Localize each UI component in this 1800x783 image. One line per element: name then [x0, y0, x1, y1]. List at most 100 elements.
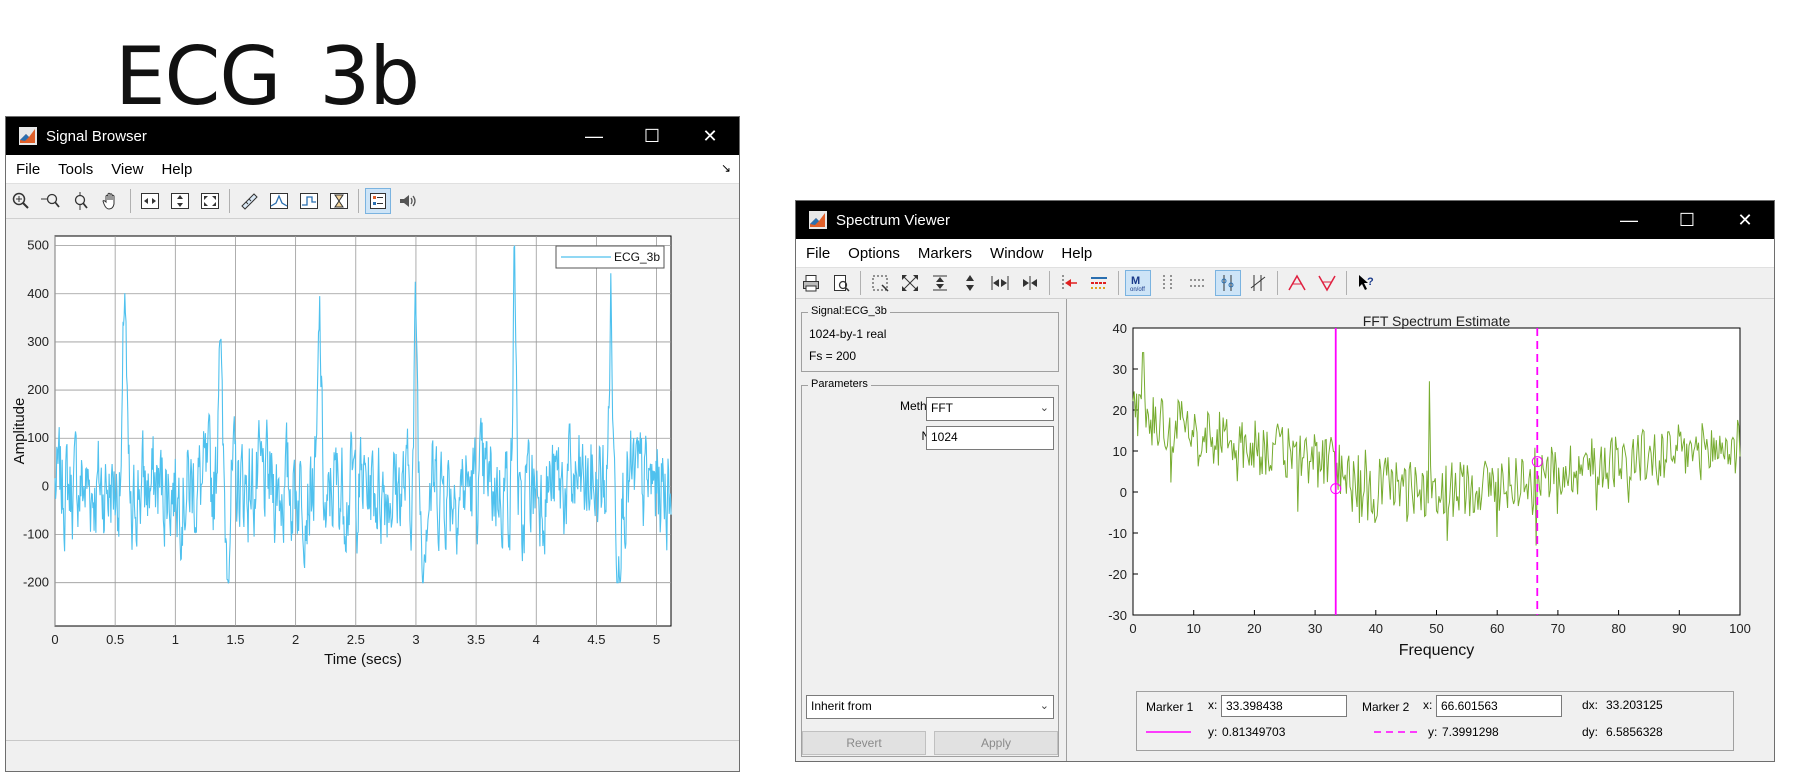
- chevron-down-icon: ⌄: [1039, 402, 1049, 414]
- marker-lines-icon[interactable]: [1086, 270, 1112, 296]
- x-tick-label: 0: [51, 632, 58, 647]
- y-axis-label: Amplitude: [11, 398, 28, 465]
- menu-help[interactable]: Help: [161, 161, 192, 178]
- toolbar-separator: [1277, 271, 1278, 295]
- fit-y-icon[interactable]: [167, 188, 193, 214]
- menu-view[interactable]: View: [111, 161, 143, 178]
- x-tick-label: 2.5: [347, 632, 365, 647]
- whats-this-icon[interactable]: ?: [1353, 270, 1379, 296]
- signal-browser-plot[interactable]: 0 0.5 1 1.5 2 2.5 3 3.5 4 4.5 5 500 400 300 200 100 0 -10…: [6, 219, 739, 721]
- zoom-in-icon[interactable]: [8, 188, 34, 214]
- menu-file[interactable]: File: [806, 245, 830, 262]
- step-icon[interactable]: [296, 188, 322, 214]
- y-tick-label: 0: [1120, 485, 1127, 500]
- y-tick-label: 40: [1113, 321, 1127, 336]
- toolbar-separator: [860, 271, 861, 295]
- spectrum-viewer-titlebar[interactable]: Spectrum Viewer — ☐ ✕: [796, 201, 1774, 239]
- marker2-y-value: 7.3991298: [1442, 725, 1499, 739]
- y-tick-label: -200: [23, 575, 49, 590]
- x-tick-label: 60: [1490, 621, 1504, 636]
- apply-button[interactable]: Apply: [934, 731, 1058, 755]
- pan-hand-icon[interactable]: [98, 188, 124, 214]
- track-markers-icon[interactable]: [1215, 270, 1241, 296]
- status-bar: [6, 740, 739, 771]
- dx-value: 33.203125: [1606, 698, 1663, 712]
- close-button[interactable]: ✕: [1716, 201, 1774, 239]
- x-tick-label: 100: [1729, 621, 1751, 636]
- dock-arrow-icon[interactable]: ↘: [721, 161, 731, 175]
- y-tick-label: 10: [1113, 444, 1127, 459]
- peak-icon[interactable]: [266, 188, 292, 214]
- menu-markers[interactable]: Markers: [918, 245, 972, 262]
- ruler-icon[interactable]: [236, 188, 262, 214]
- inherit-select[interactable]: Inherit from ⌄: [806, 695, 1054, 719]
- marker1-x-input[interactable]: 33.398438: [1221, 695, 1347, 717]
- menu-options[interactable]: Options: [848, 245, 900, 262]
- zoom-out-icon[interactable]: [897, 270, 923, 296]
- marker2-x-input[interactable]: 66.601563: [1436, 695, 1562, 717]
- nfft-input[interactable]: 1024: [926, 426, 1054, 450]
- zoom-xy-icon[interactable]: [38, 188, 64, 214]
- revert-button[interactable]: Revert: [802, 731, 926, 755]
- expand-icon[interactable]: [1017, 270, 1043, 296]
- spectrum-plot[interactable]: FFT Spectrum Estimate 0 10 20 30 40 50 60 70 80 90…: [1068, 313, 1773, 667]
- zoom-y-icon[interactable]: [68, 188, 94, 214]
- marker1-line-sample: [1146, 731, 1191, 733]
- print-preview-icon[interactable]: [828, 270, 854, 296]
- marker2-y-label: y:: [1428, 725, 1438, 739]
- speaker-icon[interactable]: [395, 188, 421, 214]
- zoom-x-icon[interactable]: [957, 270, 983, 296]
- spectrum-viewer-menubar: File Options Markers Window Help: [796, 239, 1774, 268]
- vertical-markers-icon[interactable]: [1155, 270, 1181, 296]
- minimize-button[interactable]: —: [1600, 201, 1658, 239]
- menu-file[interactable]: File: [16, 161, 40, 178]
- peaks-icon[interactable]: [1284, 270, 1310, 296]
- x-tick-label: 50: [1429, 621, 1443, 636]
- fit-x-icon[interactable]: [987, 270, 1013, 296]
- spectrum-viewer-toolbar: Mon/off ?: [796, 268, 1774, 299]
- minimize-button[interactable]: —: [565, 117, 623, 155]
- x-tick-label: 80: [1611, 621, 1625, 636]
- svg-text:?: ?: [1367, 276, 1374, 288]
- fit-x-icon[interactable]: [137, 188, 163, 214]
- menu-help[interactable]: Help: [1061, 245, 1092, 262]
- inherit-value: Inherit from: [811, 699, 872, 713]
- zoom-box-icon[interactable]: [867, 270, 893, 296]
- x-tick-label: 0: [1129, 621, 1136, 636]
- zoom-y-icon[interactable]: [927, 270, 953, 296]
- marker1-label: Marker 1: [1146, 700, 1194, 714]
- x-tick-label: 90: [1672, 621, 1686, 636]
- legend-label: ECG_3b: [614, 250, 660, 264]
- y-tick-label: -20: [1108, 567, 1127, 582]
- fit-all-icon[interactable]: [197, 188, 223, 214]
- menu-window[interactable]: Window: [990, 245, 1043, 262]
- x-tick-label: 4.5: [587, 632, 605, 647]
- signal-size-text: 1024-by-1 real: [809, 327, 887, 341]
- y-tick-label: 0: [42, 478, 49, 493]
- markers-onoff-icon[interactable]: Mon/off: [1125, 270, 1151, 296]
- y-tick-label: 500: [27, 238, 49, 253]
- y-tick-label: 30: [1113, 362, 1127, 377]
- y-tick-label: 20: [1113, 403, 1127, 418]
- signal-browser-titlebar[interactable]: Signal Browser — ☐ ✕: [6, 117, 739, 155]
- horizontal-markers-icon[interactable]: [1185, 270, 1211, 296]
- maximize-button[interactable]: ☐: [1658, 201, 1716, 239]
- slope-markers-icon[interactable]: [1245, 270, 1271, 296]
- dy-label: dy:: [1582, 725, 1599, 739]
- method-select[interactable]: FFT ⌄: [926, 397, 1054, 421]
- window-title: Spectrum Viewer: [836, 211, 950, 229]
- matlab-icon: [809, 211, 827, 229]
- signal-browser-toolbar: [6, 184, 739, 219]
- signal-fs-text: Fs = 200: [809, 349, 857, 363]
- valleys-icon[interactable]: [1314, 270, 1340, 296]
- x-axis-label: Time (secs): [324, 651, 402, 668]
- menu-tools[interactable]: Tools: [58, 161, 93, 178]
- close-button[interactable]: ✕: [681, 117, 739, 155]
- marker-left-icon[interactable]: [1056, 270, 1082, 296]
- maximize-button[interactable]: ☐: [623, 117, 681, 155]
- print-icon[interactable]: [798, 270, 824, 296]
- x-tick-label: 40: [1369, 621, 1383, 636]
- hourglass-icon[interactable]: [326, 188, 352, 214]
- legend-icon[interactable]: [365, 188, 391, 214]
- plot-area: [54, 235, 672, 627]
